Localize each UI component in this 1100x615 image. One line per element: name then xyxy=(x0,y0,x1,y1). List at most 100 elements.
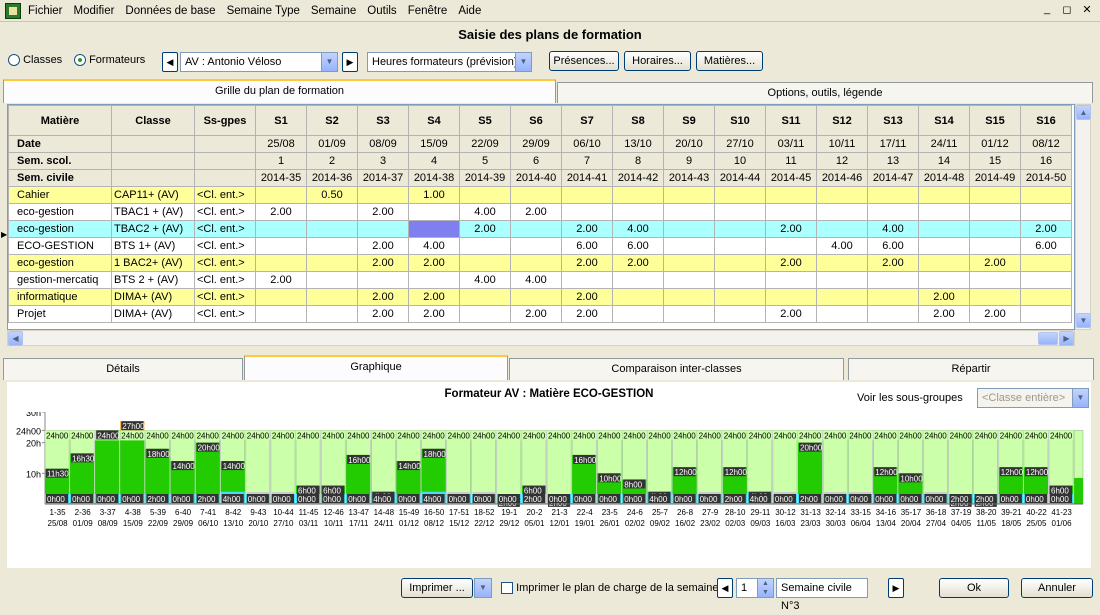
matiere-cell[interactable]: eco-gestion xyxy=(8,254,112,272)
hours-cell[interactable] xyxy=(663,237,715,255)
matiere-cell[interactable]: ECO-GESTION xyxy=(8,237,112,255)
hours-cell[interactable]: 2.00 xyxy=(408,288,460,306)
hours-cell[interactable] xyxy=(867,288,919,306)
horaires-button[interactable]: Horaires... xyxy=(624,51,691,71)
hours-cell[interactable] xyxy=(969,220,1021,238)
next-week-button[interactable]: ▶ xyxy=(888,578,904,598)
ssgpes-cell[interactable]: <Cl. ent.> xyxy=(194,220,256,238)
hours-cell[interactable]: 2.00 xyxy=(561,288,613,306)
hours-cell[interactable]: 4.00 xyxy=(612,220,664,238)
hours-cell[interactable]: 2.00 xyxy=(1020,220,1072,238)
hours-cell[interactable]: 2.00 xyxy=(612,254,664,272)
hours-cell[interactable] xyxy=(1020,254,1072,272)
matiere-cell[interactable]: Cahier xyxy=(8,186,112,204)
column-header[interactable]: S16 xyxy=(1020,105,1072,136)
print-button[interactable]: Imprimer ... xyxy=(401,578,473,598)
column-header[interactable]: S4 xyxy=(408,105,460,136)
hours-cell[interactable] xyxy=(714,288,766,306)
classe-cell[interactable]: TBAC2 + (AV) xyxy=(111,220,195,238)
column-header[interactable]: S3 xyxy=(357,105,409,136)
hours-cell[interactable] xyxy=(357,271,409,289)
print-week-checkbox[interactable]: Imprimer le plan de charge de la semaine xyxy=(501,582,718,595)
grid-horizontal-scrollbar[interactable]: ◀ ▶ xyxy=(7,330,1075,346)
table-row[interactable]: ECO-GESTION BTS 1+ (AV) <Cl. ent.> 2.00 4.00… xyxy=(8,237,1072,255)
hours-cell[interactable] xyxy=(306,237,358,255)
scroll-left-icon[interactable]: ◀ xyxy=(8,331,23,346)
radio-formateurs-circle[interactable] xyxy=(74,54,86,67)
scroll-down-icon[interactable]: ▼ xyxy=(1076,313,1091,328)
chevron-down-icon[interactable]: ▼ xyxy=(1072,389,1088,407)
table-row[interactable]: Cahier CAP11+ (AV) <Cl. ent.> 0.50 1.00 xyxy=(8,186,1072,204)
hours-cell[interactable]: 2.00 xyxy=(969,305,1021,323)
hours-cell[interactable] xyxy=(408,220,460,238)
hours-cell[interactable] xyxy=(969,271,1021,289)
hours-cell[interactable]: 2.00 xyxy=(969,254,1021,272)
column-header[interactable]: Ss-gpes xyxy=(194,105,256,136)
column-header[interactable]: S2 xyxy=(306,105,358,136)
ok-button[interactable]: Ok xyxy=(939,578,1009,598)
hours-cell[interactable] xyxy=(510,288,562,306)
column-header[interactable]: S12 xyxy=(816,105,868,136)
hours-cell[interactable]: 2.00 xyxy=(918,288,970,306)
hours-cell[interactable]: 6.00 xyxy=(612,237,664,255)
hours-cell[interactable] xyxy=(663,305,715,323)
print-options-select[interactable]: ▼ xyxy=(474,578,492,598)
tab-comparaison[interactable]: Comparaison inter-classes xyxy=(509,358,844,380)
radio-classes-circle[interactable] xyxy=(8,54,20,67)
hours-cell[interactable] xyxy=(816,305,868,323)
week-type-select[interactable]: Semaine civile N°3 xyxy=(776,578,868,612)
hours-cell[interactable] xyxy=(714,254,766,272)
hours-cell[interactable]: 2.00 xyxy=(561,305,613,323)
hours-cell[interactable] xyxy=(408,271,460,289)
hours-cell[interactable] xyxy=(663,288,715,306)
close-icon[interactable]: ✕ xyxy=(1080,3,1094,16)
hours-cell[interactable] xyxy=(816,254,868,272)
hours-cell[interactable] xyxy=(612,288,664,306)
column-header[interactable]: S11 xyxy=(765,105,817,136)
tab-details[interactable]: Détails xyxy=(3,358,243,380)
hours-cell[interactable] xyxy=(918,186,970,204)
table-row[interactable]: informatique DIMA+ (AV) <Cl. ent.> 2.00 2.00… xyxy=(8,288,1072,306)
hours-cell[interactable] xyxy=(306,203,358,221)
hours-cell[interactable] xyxy=(306,305,358,323)
restore-icon[interactable]: ◻ xyxy=(1060,3,1074,16)
menu-aide[interactable]: Aide xyxy=(458,5,481,17)
hours-cell[interactable] xyxy=(510,220,562,238)
hours-cell[interactable] xyxy=(765,203,817,221)
hours-cell[interactable] xyxy=(663,186,715,204)
column-header[interactable]: S10 xyxy=(714,105,766,136)
hours-cell[interactable]: 2.00 xyxy=(408,305,460,323)
hours-cell[interactable] xyxy=(969,186,1021,204)
ssgpes-cell[interactable]: <Cl. ent.> xyxy=(194,305,256,323)
tab-grille[interactable]: Grille du plan de formation xyxy=(3,79,556,103)
hours-cell[interactable]: 1.00 xyxy=(408,186,460,204)
ssgpes-cell[interactable]: <Cl. ent.> xyxy=(194,271,256,289)
hours-cell[interactable] xyxy=(969,203,1021,221)
hours-cell[interactable] xyxy=(816,203,868,221)
chevron-down-icon[interactable]: ▼ xyxy=(475,579,491,597)
hours-cell[interactable] xyxy=(612,271,664,289)
hours-cell[interactable] xyxy=(714,203,766,221)
cancel-button[interactable]: Annuler xyxy=(1021,578,1093,598)
hours-cell[interactable]: 2.00 xyxy=(357,254,409,272)
prev-formateur-button[interactable]: ◀ xyxy=(162,52,178,72)
hours-cell[interactable] xyxy=(255,220,307,238)
heures-select[interactable]: Heures formateurs (prévision) ▼ xyxy=(367,52,532,72)
menu-fenetre[interactable]: Fenêtre xyxy=(408,5,448,17)
hours-cell[interactable] xyxy=(561,203,613,221)
hours-cell[interactable] xyxy=(357,186,409,204)
hours-cell[interactable] xyxy=(867,271,919,289)
hours-cell[interactable]: 4.00 xyxy=(867,220,919,238)
classe-cell[interactable]: DIMA+ (AV) xyxy=(111,288,195,306)
chevron-down-icon[interactable]: ▼ xyxy=(321,53,337,71)
week-spinner[interactable]: 1 ▲ ▼ xyxy=(736,578,774,598)
hours-cell[interactable] xyxy=(561,271,613,289)
hours-cell[interactable]: 4.00 xyxy=(459,203,511,221)
hours-cell[interactable] xyxy=(612,186,664,204)
hours-cell[interactable] xyxy=(1020,288,1072,306)
hours-cell[interactable]: 2.00 xyxy=(918,305,970,323)
hours-cell[interactable] xyxy=(867,203,919,221)
subgroups-select[interactable]: <Classe entière> ▼ xyxy=(977,388,1089,408)
hours-cell[interactable] xyxy=(612,305,664,323)
hours-cell[interactable] xyxy=(918,237,970,255)
